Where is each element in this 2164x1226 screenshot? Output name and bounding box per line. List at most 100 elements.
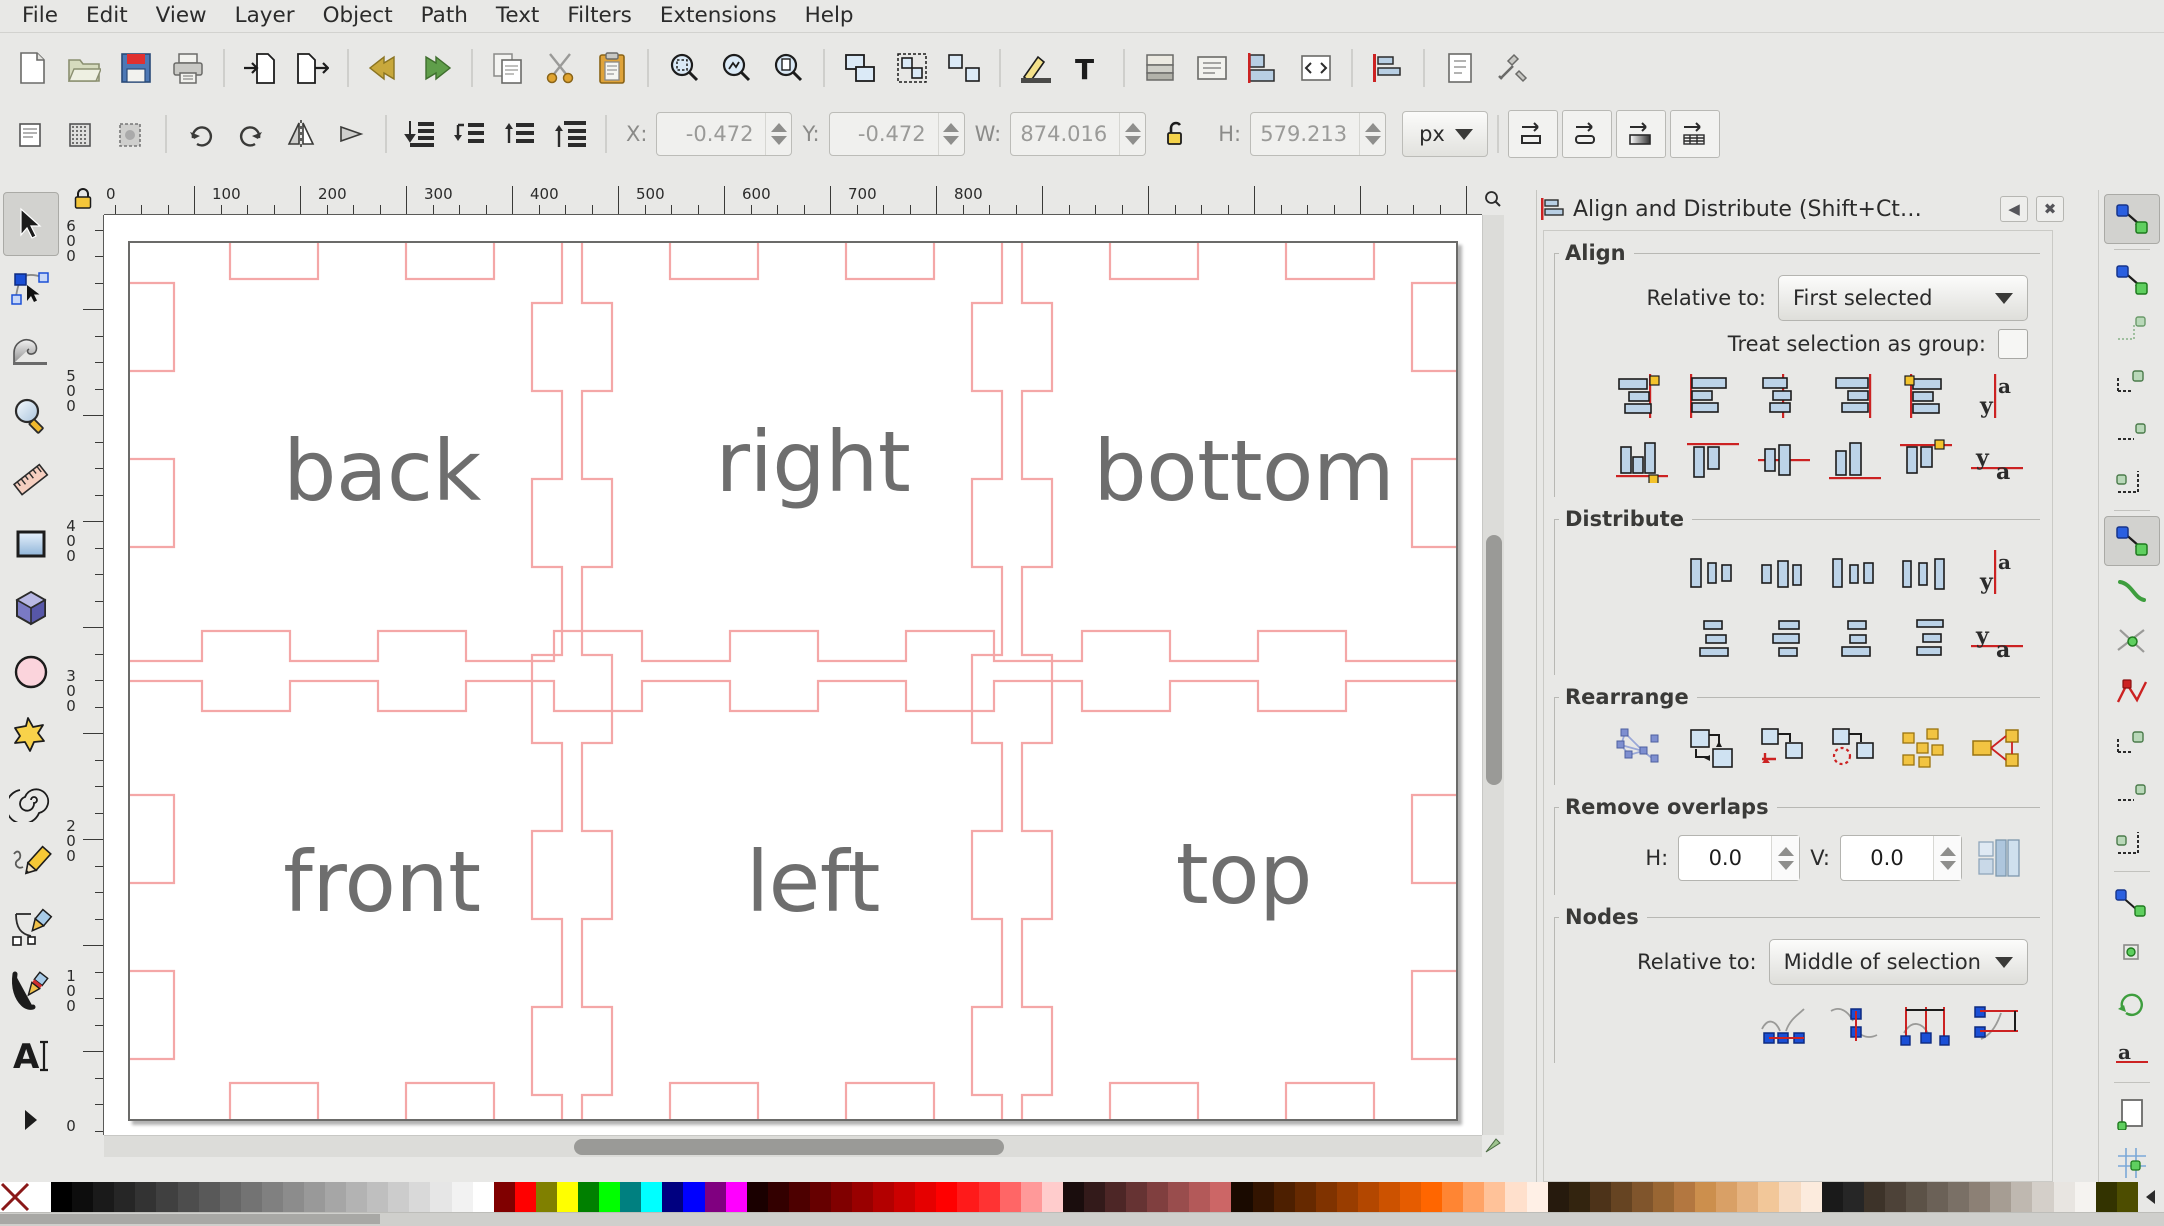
palette-swatch[interactable] [2011, 1182, 2033, 1212]
menu-layer[interactable]: Layer [221, 0, 309, 32]
box-net-drawing[interactable] [130, 243, 1456, 1119]
palette-swatch[interactable] [1589, 1182, 1611, 1212]
menu-path[interactable]: Path [407, 0, 482, 32]
ungroup-icon[interactable] [938, 42, 990, 94]
palette-swatch[interactable] [1189, 1182, 1211, 1212]
palette-swatch[interactable] [556, 1182, 579, 1212]
palette-swatch[interactable] [114, 1182, 136, 1212]
center-on-vertical-axis-icon[interactable] [1753, 369, 1815, 423]
palette-swatch[interactable] [1610, 1182, 1632, 1212]
color-palette[interactable] [0, 1182, 2164, 1212]
undo-arrow-icon[interactable] [358, 42, 410, 94]
palette-swatch[interactable] [1041, 1182, 1063, 1212]
palette-swatch[interactable] [1083, 1182, 1105, 1212]
save-floppy-icon[interactable] [110, 42, 162, 94]
menu-help[interactable]: Help [791, 0, 868, 32]
palette-swatch[interactable] [978, 1182, 1000, 1212]
palette-swatch[interactable] [725, 1182, 747, 1212]
align-left-edges-icon[interactable] [1682, 369, 1744, 423]
enable-snapping-icon[interactable] [2103, 194, 2160, 244]
palette-swatch[interactable] [1716, 1182, 1738, 1212]
menu-view[interactable]: View [142, 0, 221, 32]
star-tool[interactable] [3, 704, 59, 768]
palette-swatch[interactable] [1463, 1182, 1485, 1212]
paste-clipboard-icon[interactable] [586, 42, 638, 94]
palette-swatch[interactable] [51, 1182, 73, 1212]
selector-tool[interactable] [3, 192, 59, 256]
palette-swatch[interactable] [93, 1182, 115, 1212]
menu-filters[interactable]: Filters [553, 0, 645, 32]
palette-swatch[interactable] [240, 1182, 262, 1212]
zoom-page-icon[interactable] [762, 42, 814, 94]
palette-swatch[interactable] [830, 1182, 853, 1212]
distribute-centers-horizontally-icon[interactable] [1753, 545, 1815, 599]
y-field-value[interactable]: -0.472 [830, 113, 938, 155]
tweak-tool[interactable] [3, 320, 59, 384]
palette-swatch[interactable] [304, 1182, 326, 1212]
treat-as-group-checkbox[interactable] [1998, 329, 2028, 359]
x-field-value[interactable]: -0.472 [657, 113, 765, 155]
rotate-ccw-icon[interactable] [176, 110, 226, 158]
face-label-front[interactable]: front [283, 833, 481, 931]
group-icon[interactable] [886, 42, 938, 94]
palette-swatch[interactable] [1526, 1182, 1548, 1212]
palette-swatch[interactable] [936, 1182, 958, 1212]
xml-editor-icon[interactable] [1290, 42, 1342, 94]
unlocked-padlock-icon[interactable] [1152, 110, 1202, 158]
palette-swatch[interactable] [1905, 1182, 1928, 1212]
w-field[interactable]: 874.016 [1010, 112, 1147, 156]
face-label-left[interactable]: left [746, 833, 881, 931]
palette-swatch[interactable] [493, 1182, 515, 1212]
h-field-value[interactable]: 579.213 [1251, 113, 1359, 155]
palette-swatch[interactable] [578, 1182, 600, 1212]
stepper-down-icon[interactable] [1364, 136, 1381, 145]
stepper-down-icon[interactable] [1777, 860, 1794, 870]
remove-overlaps-icon[interactable] [1972, 831, 2026, 885]
palette-swatch[interactable] [957, 1182, 979, 1212]
palette-swatch[interactable] [1252, 1182, 1274, 1212]
menu-text[interactable]: Text [482, 0, 553, 32]
cut-scissors-icon[interactable] [534, 42, 586, 94]
distribute-right-edges-icon[interactable] [1824, 545, 1886, 599]
overlap-v-value[interactable]: 0.0 [1841, 836, 1933, 880]
vertical-ruler[interactable]: 600 500 400 300 200 100 0 [62, 215, 104, 1135]
new-document-icon[interactable] [6, 42, 58, 94]
snap-bbox-corners-icon[interactable] [2104, 355, 2160, 405]
raise-icon[interactable] [496, 110, 546, 158]
palette-swatch[interactable] [1062, 1182, 1084, 1212]
palette-swatch[interactable] [367, 1182, 389, 1212]
x-field[interactable]: -0.472 [656, 112, 793, 156]
box3d-tool[interactable] [3, 576, 59, 640]
exchange-positions-icon[interactable] [1682, 721, 1744, 775]
palette-swatch[interactable] [1948, 1182, 1970, 1212]
canvas-vertical-scrollbar[interactable] [1482, 215, 1504, 1135]
align-bottom-edge-to-top-anchor-icon[interactable] [1611, 433, 1673, 487]
sticky-zoom-icon[interactable] [1482, 1135, 1504, 1157]
zoom-tool[interactable] [3, 384, 59, 448]
palette-swatch[interactable] [1168, 1182, 1190, 1212]
palette-swatch[interactable] [2032, 1182, 2054, 1212]
snap-rotation-centers-icon[interactable] [2104, 977, 2160, 1027]
pencil-tool[interactable] [3, 832, 59, 896]
palette-swatch[interactable] [535, 1182, 557, 1212]
palette-swatch[interactable] [1020, 1182, 1042, 1212]
palette-swatch[interactable] [1379, 1182, 1401, 1212]
snap-grids-icon[interactable] [2104, 1138, 2160, 1188]
snap-smooth-nodes-icon[interactable] [2104, 766, 2160, 816]
palette-swatch[interactable] [451, 1182, 473, 1212]
stepper-down-icon[interactable] [1939, 860, 1956, 870]
object-properties-icon[interactable]: T [1062, 42, 1114, 94]
palette-swatch[interactable] [1484, 1182, 1506, 1212]
align-nodes-vertically-icon[interactable] [1824, 999, 1886, 1053]
snap-others-icon[interactable] [2104, 877, 2160, 927]
palette-swatch[interactable] [135, 1182, 157, 1212]
palette-swatch[interactable] [894, 1182, 916, 1212]
palette-swatch[interactable] [809, 1182, 831, 1212]
palette-swatch[interactable] [261, 1182, 283, 1212]
palette-swatch[interactable] [325, 1182, 347, 1212]
exchange-positions-clockwise-icon[interactable] [1824, 721, 1886, 775]
overlap-h-value[interactable]: 0.0 [1679, 836, 1771, 880]
overlap-h-field[interactable]: 0.0 [1678, 835, 1801, 881]
menu-edit[interactable]: Edit [72, 0, 142, 32]
palette-swatch[interactable] [767, 1182, 789, 1212]
